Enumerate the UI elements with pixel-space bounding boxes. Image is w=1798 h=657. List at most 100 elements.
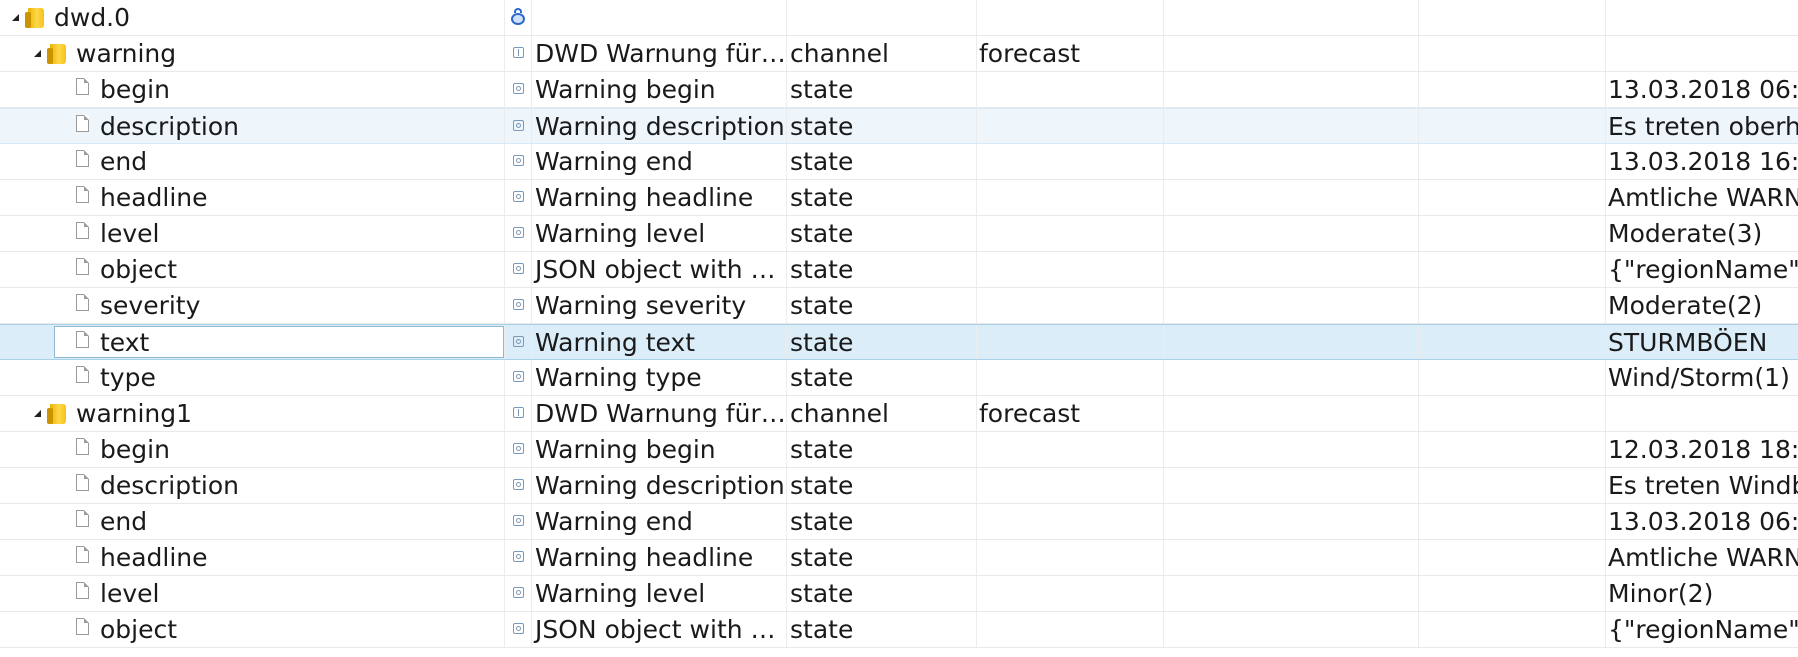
table-row[interactable]: end Warning end state 13.03.2018 06:	[0, 504, 1798, 540]
name-cell[interactable]: headline	[0, 180, 505, 215]
value-cell[interactable]	[1606, 396, 1798, 431]
value-cell[interactable]: Es treten oberh	[1606, 109, 1798, 143]
table-row[interactable]: severity Warning severity state Moderate(2)	[0, 288, 1798, 324]
object-name: description	[100, 112, 240, 141]
name-cell[interactable]: severity	[0, 288, 505, 323]
name-cell[interactable]: level	[0, 216, 505, 251]
empty-cell	[1419, 325, 1606, 359]
collapse-toggle-icon[interactable]	[32, 408, 44, 420]
type-icon-cell	[505, 504, 532, 539]
tree-folder-row[interactable]: warning DWD Warnung für ... channel forecas…	[0, 36, 1798, 72]
object-name: level	[100, 579, 160, 608]
name-wrap: warning1	[32, 396, 192, 431]
empty-cell	[1164, 109, 1419, 143]
value-cell[interactable]	[1606, 0, 1798, 35]
empty-cell	[1164, 144, 1419, 179]
value-cell[interactable]: 13.03.2018 16:	[1606, 144, 1798, 179]
name-cell[interactable]: end	[0, 504, 505, 539]
object-name: object	[100, 255, 178, 284]
value-cell[interactable]: {"regionName":	[1606, 252, 1798, 287]
collapse-toggle-icon[interactable]	[10, 12, 22, 24]
name-cell[interactable]: level	[0, 576, 505, 611]
empty-cell	[1164, 72, 1419, 107]
empty-cell	[1164, 432, 1419, 467]
file-icon	[76, 114, 89, 132]
name-cell[interactable]: warning1	[0, 396, 505, 431]
value-cell[interactable]: 12.03.2018 18:	[1606, 432, 1798, 467]
name-cell[interactable]: begin	[0, 72, 505, 107]
table-row[interactable]: description Warning description state Es tr…	[0, 468, 1798, 504]
name-cell[interactable]: description	[0, 109, 505, 143]
name-cell[interactable]: dwd.0	[0, 0, 505, 35]
name-cell[interactable]: type	[0, 360, 505, 395]
description-cell: Warning begin	[532, 72, 787, 107]
table-row[interactable]: begin Warning begin state 13.03.2018 06:	[0, 72, 1798, 108]
name-cell[interactable]: warning	[0, 36, 505, 71]
type-icon-cell	[505, 325, 532, 359]
role-cell	[977, 144, 1164, 179]
name-wrap: end	[76, 504, 147, 539]
object-tree-table: dwd.0 warning DWD Warnung für ... channel fo…	[0, 0, 1798, 657]
value-cell[interactable]: 13.03.2018 06:	[1606, 504, 1798, 539]
table-row[interactable]: headline Warning headline state Amtliche WA…	[0, 180, 1798, 216]
description-cell: Warning type	[532, 360, 787, 395]
file-icon	[76, 365, 89, 383]
empty-cell	[1419, 360, 1606, 395]
name-cell[interactable]: description	[0, 468, 505, 503]
name-cell[interactable]: begin	[0, 432, 505, 467]
name-cell[interactable]: end	[0, 144, 505, 179]
value-cell[interactable]: Wind/Storm(1)	[1606, 360, 1798, 395]
name-cell[interactable]: headline	[0, 540, 505, 575]
table-row[interactable]: text Warning text state STURMBÖEN	[0, 324, 1798, 360]
description-cell: Warning end	[532, 144, 787, 179]
state-icon	[512, 586, 524, 598]
table-row[interactable]: level Warning level state Moderate(3)	[0, 216, 1798, 252]
description-cell: Warning level	[532, 216, 787, 251]
object-name: object	[100, 615, 178, 644]
type-cell: channel	[787, 396, 977, 431]
name-cell[interactable]: text	[0, 325, 505, 359]
table-row[interactable]: description Warning description state Es tr…	[0, 108, 1798, 144]
name-cell[interactable]: object	[0, 612, 505, 647]
file-icon	[76, 437, 89, 455]
value-cell[interactable]: {"regionName":	[1606, 612, 1798, 647]
table-row[interactable]: begin Warning begin state 12.03.2018 18:	[0, 432, 1798, 468]
description-cell: Warning text	[532, 325, 787, 359]
type-cell: state	[787, 216, 977, 251]
table-row[interactable]: object JSON object with w... state {"region…	[0, 612, 1798, 648]
role-cell	[977, 0, 1164, 35]
name-cell[interactable]: object	[0, 252, 505, 287]
tree-folder-row[interactable]: dwd.0	[0, 0, 1798, 36]
type-cell: state	[787, 360, 977, 395]
table-row[interactable]: headline Warning headline state Amtliche WA…	[0, 540, 1798, 576]
value-cell[interactable]: Moderate(2)	[1606, 288, 1798, 323]
name-wrap: dwd.0	[10, 0, 130, 35]
value-cell[interactable]: STURMBÖEN	[1606, 325, 1798, 359]
type-icon-cell	[505, 396, 532, 431]
value-cell[interactable]	[1606, 36, 1798, 71]
value-cell[interactable]: 13.03.2018 06:	[1606, 72, 1798, 107]
name-wrap: warning	[32, 36, 176, 71]
collapse-toggle-icon[interactable]	[32, 48, 44, 60]
value-cell[interactable]: Moderate(3)	[1606, 216, 1798, 251]
empty-cell	[1164, 468, 1419, 503]
value-cell[interactable]: Amtliche WARN	[1606, 540, 1798, 575]
file-icon	[76, 149, 89, 167]
table-row[interactable]: end Warning end state 13.03.2018 16:	[0, 144, 1798, 180]
value-cell[interactable]: Amtliche WARN	[1606, 180, 1798, 215]
value-cell[interactable]: Minor(2)	[1606, 576, 1798, 611]
table-row[interactable]: object JSON object with w... state {"region…	[0, 252, 1798, 288]
type-cell: state	[787, 612, 977, 647]
type-cell: state	[787, 144, 977, 179]
name-wrap: description	[76, 109, 239, 143]
value-cell[interactable]: Es treten Windb	[1606, 468, 1798, 503]
table-row[interactable]: level Warning level state Minor(2)	[0, 576, 1798, 612]
empty-cell	[1164, 252, 1419, 287]
state-icon	[512, 335, 524, 347]
table-row[interactable]: type Warning type state Wind/Storm(1)	[0, 360, 1798, 396]
tree-folder-row[interactable]: warning1 DWD Warnung für ... channel foreca…	[0, 396, 1798, 432]
name-wrap: headline	[76, 180, 208, 215]
name-wrap: begin	[76, 432, 170, 467]
object-name: level	[100, 219, 160, 248]
state-icon	[512, 190, 524, 202]
